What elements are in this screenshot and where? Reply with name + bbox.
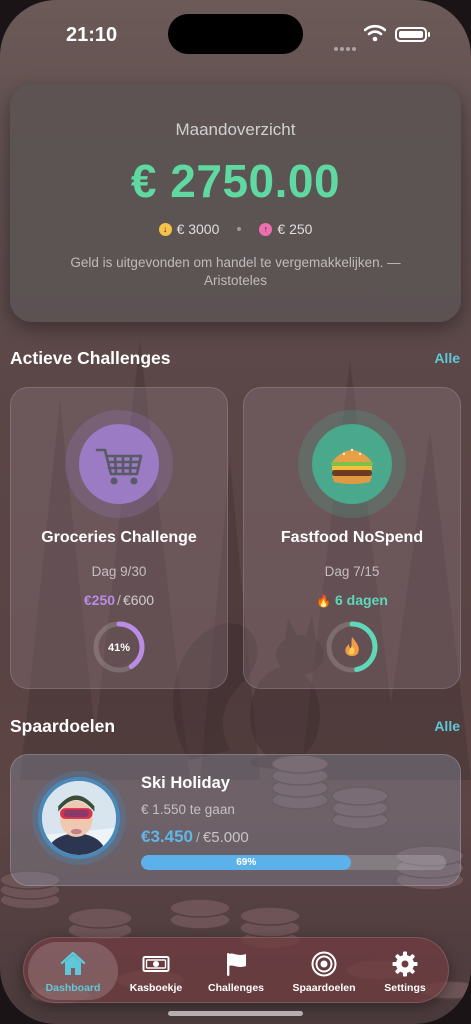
goal-target-amount: €5.000 bbox=[202, 829, 249, 846]
quote-text: Geld is uitgevonden om handel te vergema… bbox=[70, 255, 401, 288]
challenges-section-title: Actieve Challenges bbox=[10, 348, 171, 368]
skier-photo bbox=[42, 781, 116, 855]
tab-spaardoelen[interactable]: Spaardoelen bbox=[279, 942, 369, 1000]
savings-goal-card[interactable]: Ski Holiday € 1.550 te gaan €3.450/€5.00… bbox=[10, 754, 461, 886]
tab-bar: Dashboard Kasboekje Challenges Spaardoel… bbox=[23, 937, 449, 1003]
tab-dashboard[interactable]: Dashboard bbox=[28, 942, 118, 1000]
income-amount: € 3000 bbox=[176, 221, 220, 237]
dynamic-island bbox=[168, 14, 303, 54]
challenge-budget: €250/€600 bbox=[11, 592, 227, 608]
separator-dot bbox=[237, 227, 242, 231]
wifi-icon bbox=[364, 24, 386, 42]
overview-balance: € 2750.00 bbox=[130, 155, 341, 207]
challenge-name: Fastfood NoSpend bbox=[280, 529, 424, 546]
battery-icon bbox=[395, 27, 430, 42]
cellular-signal-icon bbox=[334, 38, 358, 51]
tab-kasboekje[interactable]: Kasboekje bbox=[111, 942, 201, 1000]
challenges-see-all-link[interactable]: Alle bbox=[434, 350, 460, 366]
challenge-icon-circle bbox=[79, 424, 159, 504]
income-expense-row: ↓ € 3000 ↑ € 250 bbox=[10, 221, 461, 237]
streak-count: 6 dagen bbox=[334, 592, 388, 608]
flag-icon bbox=[227, 953, 246, 976]
challenge-card-groceries[interactable]: Groceries Challenge Dag 9/30 €250/€600 4… bbox=[10, 387, 228, 689]
tab-challenges[interactable]: Challenges bbox=[191, 942, 281, 1000]
goal-remaining: € 1.550 te gaan bbox=[141, 802, 235, 817]
goal-slash: / bbox=[196, 829, 200, 845]
challenge-card-fastfood[interactable]: Fastfood NoSpend Dag 7/15 🔥 6 dagen bbox=[243, 387, 461, 689]
challenge-icon-circle bbox=[312, 424, 392, 504]
challenge-day: Dag 7/15 bbox=[324, 564, 380, 579]
home-indicator bbox=[168, 1011, 303, 1016]
savings-see-all-link[interactable]: Alle bbox=[434, 718, 460, 734]
tab-label: Kasboekje bbox=[129, 982, 183, 994]
goal-amounts: €3.450/€5.000 bbox=[141, 827, 249, 847]
tab-settings[interactable]: Settings bbox=[360, 942, 450, 1000]
challenge-day: Dag 9/30 bbox=[91, 564, 147, 579]
challenge-progress-ring bbox=[326, 621, 378, 673]
challenge-progress-ring: 41% bbox=[93, 621, 145, 673]
monthly-overview-card[interactable]: Maandoverzicht € 2750.00 ↓ € 3000 ↑ € 25… bbox=[10, 84, 461, 322]
goal-saved-amount: €3.450 bbox=[141, 827, 193, 846]
overview-title: Maandoverzicht bbox=[175, 120, 296, 139]
tab-label: Settings bbox=[384, 982, 426, 994]
flame-icon bbox=[345, 637, 359, 656]
burger-icon bbox=[331, 448, 373, 484]
challenge-name: Groceries Challenge bbox=[41, 529, 197, 546]
target-icon bbox=[311, 951, 337, 977]
challenge-spent: €250 bbox=[83, 592, 116, 608]
progress-percent-label: 41% bbox=[108, 642, 130, 654]
savings-section-title: Spaardoelen bbox=[10, 716, 116, 736]
challenge-budget-amount: €600 bbox=[122, 592, 155, 608]
banknote-icon bbox=[142, 956, 170, 972]
goal-name: Ski Holiday bbox=[141, 774, 230, 792]
tab-label: Spaardoelen bbox=[292, 982, 356, 994]
expense-summary: ↑ € 250 bbox=[259, 221, 312, 237]
status-time: 21:10 bbox=[66, 24, 118, 46]
goal-avatar bbox=[38, 777, 120, 859]
tab-label: Challenges bbox=[207, 982, 265, 994]
income-summary: ↓ € 3000 bbox=[158, 221, 220, 237]
expense-amount: € 250 bbox=[277, 221, 313, 237]
challenge-icon-halo bbox=[65, 410, 173, 518]
flame-icon: 🔥 bbox=[316, 594, 332, 608]
gear-icon bbox=[392, 951, 418, 977]
app-screen: 21:10 Maandoverzicht € 2750.00 ↓ € 3000 … bbox=[0, 0, 471, 1024]
challenge-icon-halo bbox=[298, 410, 406, 518]
status-bar: 21:10 bbox=[0, 0, 471, 60]
shopping-cart-icon bbox=[95, 448, 143, 485]
goal-progress-label: 69% bbox=[236, 857, 257, 868]
house-icon bbox=[60, 951, 86, 975]
goal-progress-bar: 69% bbox=[141, 855, 446, 870]
arrow-down-icon: ↓ bbox=[158, 222, 172, 236]
tab-label: Dashboard bbox=[45, 982, 101, 994]
arrow-up-icon: ↑ bbox=[259, 222, 273, 236]
challenge-streak: 🔥 6 dagen bbox=[244, 592, 460, 608]
challenge-slash: / bbox=[117, 592, 121, 608]
